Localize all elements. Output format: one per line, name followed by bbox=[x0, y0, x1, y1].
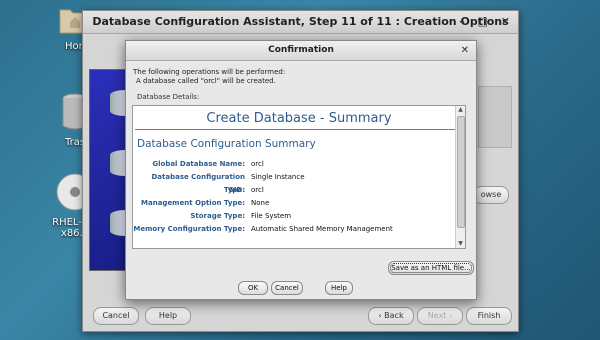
vertical-scrollbar[interactable]: ▲ ▼ bbox=[455, 106, 465, 248]
chevron-right-icon: › bbox=[448, 311, 453, 320]
details-label: Database Details: bbox=[137, 93, 200, 101]
summary-table: Global Database Name: orcl Database Conf… bbox=[133, 158, 465, 236]
finish-button[interactable]: Finish bbox=[466, 307, 512, 325]
scrollbar-thumb[interactable] bbox=[457, 116, 465, 228]
minimize-icon[interactable]: – bbox=[459, 15, 465, 28]
help-button[interactable]: Help bbox=[325, 281, 353, 295]
summary-row: Database Configuration Type: Single Inst… bbox=[151, 173, 305, 194]
back-button[interactable]: ‹ Back bbox=[368, 307, 414, 325]
summary-subheading: Database Configuration Summary bbox=[137, 138, 316, 150]
help-button[interactable]: Help bbox=[145, 307, 191, 325]
chevron-left-icon: ‹ bbox=[378, 311, 382, 320]
summary-pane[interactable]: Create Database - Summary Database Confi… bbox=[132, 105, 466, 249]
close-icon[interactable]: ✕ bbox=[461, 41, 469, 60]
cancel-button[interactable]: Cancel bbox=[93, 307, 139, 325]
dialog-titlebar[interactable]: Confirmation ✕ bbox=[126, 41, 476, 61]
background-panel bbox=[478, 86, 512, 148]
cancel-button[interactable]: Cancel bbox=[271, 281, 303, 295]
browse-button[interactable]: owse bbox=[473, 186, 509, 204]
save-html-button[interactable]: Save as an HTML file... bbox=[388, 261, 474, 275]
scroll-up-icon[interactable]: ▲ bbox=[456, 106, 465, 114]
scroll-down-icon[interactable]: ▼ bbox=[456, 240, 465, 248]
summary-row: SID: orcl bbox=[228, 186, 264, 194]
dbca-titlebar[interactable]: Database Configuration Assistant, Step 1… bbox=[83, 11, 518, 34]
close-icon[interactable]: ✕ bbox=[501, 15, 510, 28]
confirmation-dialog: Confirmation ✕ The following operations … bbox=[125, 40, 477, 300]
dialog-title: Confirmation bbox=[268, 45, 334, 55]
ok-button[interactable]: OK bbox=[238, 281, 268, 295]
info-text: The following operations will be perform… bbox=[133, 68, 286, 85]
summary-row: Memory Configuration Type: Automatic Sha… bbox=[133, 225, 393, 233]
next-button[interactable]: Next › bbox=[417, 307, 463, 325]
summary-row: Management Option Type: None bbox=[141, 199, 270, 207]
window-title: Database Configuration Assistant, Step 1… bbox=[92, 15, 509, 28]
divider bbox=[135, 129, 463, 130]
maximize-icon[interactable]: □ bbox=[478, 15, 488, 28]
summary-row: Global Database Name: orcl bbox=[152, 160, 264, 168]
summary-row: Storage Type: File System bbox=[190, 212, 292, 220]
summary-heading: Create Database - Summary bbox=[206, 111, 392, 126]
